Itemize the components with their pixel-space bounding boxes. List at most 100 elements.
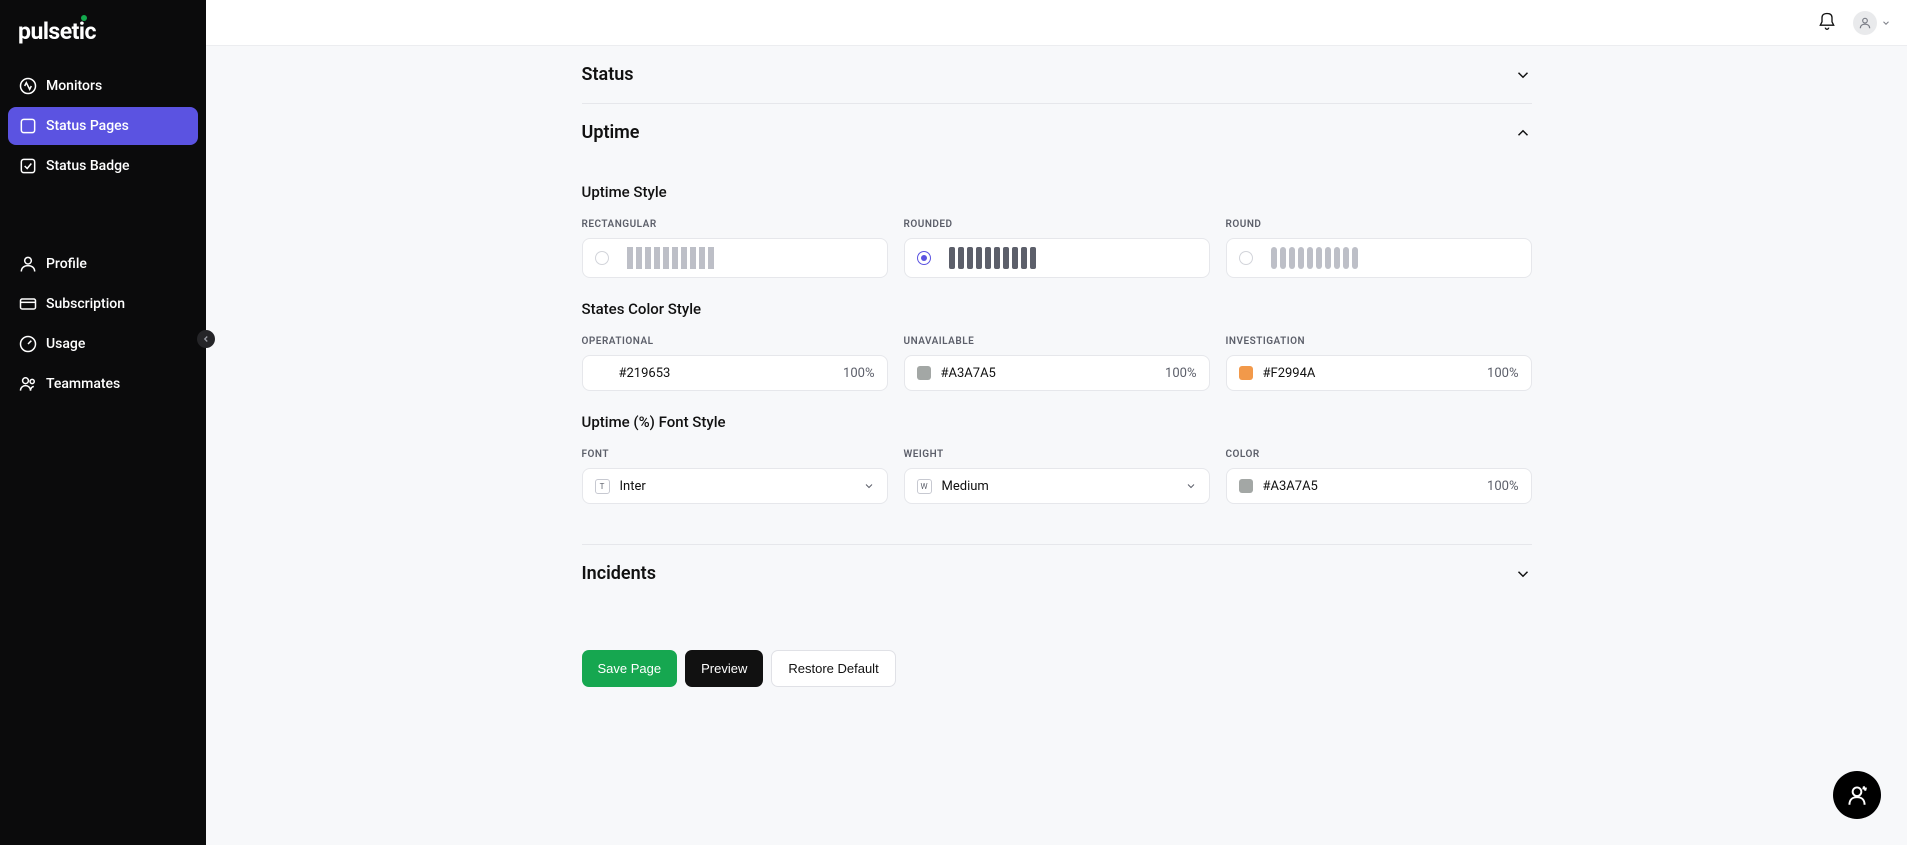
chevron-left-icon — [201, 334, 211, 344]
sidebar-item-label: Subscription — [46, 296, 125, 312]
style-card-round[interactable] — [1226, 238, 1532, 278]
color-hex: #A3A7A5 — [941, 366, 1166, 381]
field-label: INVESTIGATION — [1226, 336, 1532, 347]
section-status-header[interactable]: Status — [582, 46, 1532, 103]
bars-preview-round-icon — [1271, 247, 1358, 269]
field-label: COLOR — [1226, 449, 1532, 460]
field-label: FONT — [582, 449, 888, 460]
topbar — [206, 0, 1907, 46]
option-rounded: ROUNDED — [904, 219, 1210, 278]
color-input-investigation[interactable]: #F2994A 100% — [1226, 355, 1532, 391]
bars-preview-rounded-icon — [949, 247, 1036, 269]
color-opacity: 100% — [1165, 366, 1196, 381]
sidebar-item-status-pages[interactable]: Status Pages — [8, 107, 198, 145]
user-icon — [18, 254, 46, 274]
logo-text: pulsetic — [18, 18, 96, 45]
uptime-style-row: RECTANGULAR ROUNDED ROUND — [582, 219, 1532, 278]
gauge-icon — [18, 334, 46, 354]
sidebar-item-monitors[interactable]: Monitors — [8, 67, 198, 105]
field-font: FONT T Inter — [582, 449, 888, 504]
field-operational: OPERATIONAL #219653 100% — [582, 336, 888, 391]
bell-icon — [1817, 11, 1837, 31]
logo[interactable]: pulsetic — [0, 0, 206, 55]
swatch-icon — [1239, 479, 1253, 493]
sidebar-item-label: Usage — [46, 336, 85, 352]
field-weight: WEIGHT W Medium — [904, 449, 1210, 504]
option-round: ROUND — [1226, 219, 1532, 278]
radio-selected-icon — [917, 251, 931, 265]
chevron-up-icon — [1514, 124, 1532, 142]
sidebar-item-status-badge[interactable]: Status Badge — [8, 147, 198, 185]
nav-secondary: Profile Subscription Usage Teammates — [8, 245, 198, 403]
style-card-rectangular[interactable] — [582, 238, 888, 278]
chevron-down-icon — [1514, 66, 1532, 84]
sidebar-item-label: Status Badge — [46, 158, 130, 174]
help-fab[interactable] — [1833, 771, 1881, 819]
notifications-button[interactable] — [1817, 11, 1837, 35]
sidebar-item-profile[interactable]: Profile — [8, 245, 198, 283]
sidebar: pulsetic Monitors Status Pages — [0, 0, 206, 845]
save-button[interactable]: Save Page — [582, 650, 678, 687]
sidebar-item-label: Profile — [46, 256, 87, 272]
account-menu[interactable] — [1853, 11, 1891, 35]
color-opacity: 100% — [1487, 366, 1518, 381]
sidebar-item-teammates[interactable]: Teammates — [8, 365, 198, 403]
sidebar-item-label: Teammates — [46, 376, 120, 392]
option-rectangular: RECTANGULAR — [582, 219, 888, 278]
sidebar-item-subscription[interactable]: Subscription — [8, 285, 198, 323]
style-card-rounded[interactable] — [904, 238, 1210, 278]
nav: Monitors Status Pages Status Badge P — [0, 55, 206, 403]
swatch-icon — [1239, 366, 1253, 380]
bars-preview-rectangular-icon — [627, 247, 714, 269]
field-label: UNAVAILABLE — [904, 336, 1210, 347]
weight-icon: W — [917, 479, 932, 494]
preview-button[interactable]: Preview — [685, 650, 763, 687]
action-row: Save Page Preview Restore Default — [582, 650, 1532, 687]
section-incidents-header[interactable]: Incidents — [582, 545, 1532, 602]
section-uptime-header[interactable]: Uptime — [582, 104, 1532, 161]
font-select[interactable]: T Inter — [582, 468, 888, 504]
subsection-font-style-title: Uptime (%) Font Style — [582, 413, 1532, 431]
field-label: WEIGHT — [904, 449, 1210, 460]
restore-default-button[interactable]: Restore Default — [771, 650, 895, 687]
field-unavailable: UNAVAILABLE #A3A7A5 100% — [904, 336, 1210, 391]
sidebar-item-label: Monitors — [46, 78, 102, 94]
main: Status Uptime Uptime Style RECTANGULAR — [206, 0, 1907, 845]
color-input-operational[interactable]: #219653 100% — [582, 355, 888, 391]
radio-icon — [595, 251, 609, 265]
field-color: COLOR #A3A7A5 100% — [1226, 449, 1532, 504]
swatch-icon — [595, 366, 609, 380]
team-icon — [18, 374, 46, 394]
color-hex: #A3A7A5 — [1263, 479, 1488, 494]
avatar — [1853, 11, 1877, 35]
field-label: RECTANGULAR — [582, 219, 888, 230]
content: Status Uptime Uptime Style RECTANGULAR — [582, 46, 1532, 707]
color-hex: #F2994A — [1263, 366, 1488, 381]
sidebar-item-usage[interactable]: Usage — [8, 325, 198, 363]
weight-select[interactable]: W Medium — [904, 468, 1210, 504]
select-value: Medium — [942, 479, 1185, 494]
field-label: ROUNDED — [904, 219, 1210, 230]
states-color-row: OPERATIONAL #219653 100% UNAVAILABLE #A3… — [582, 336, 1532, 391]
nav-primary: Monitors Status Pages Status Badge — [8, 67, 198, 185]
page-icon — [18, 116, 46, 136]
font-style-row: FONT T Inter WEIGHT W Medium COLOR — [582, 449, 1532, 504]
chevron-down-icon — [1881, 18, 1891, 28]
subsection-uptime-style-title: Uptime Style — [582, 183, 1532, 201]
select-value: Inter — [620, 479, 863, 494]
type-icon: T — [595, 479, 610, 494]
color-opacity: 100% — [843, 366, 874, 381]
field-label: ROUND — [1226, 219, 1532, 230]
sidebar-collapse-button[interactable] — [197, 330, 215, 348]
pulse-icon — [18, 76, 46, 96]
section-title: Incidents — [582, 563, 656, 584]
chevron-down-icon — [1185, 480, 1197, 492]
chevron-down-icon — [863, 480, 875, 492]
logo-dot-icon — [81, 15, 87, 21]
section-title: Uptime — [582, 122, 640, 143]
subsection-states-color-title: States Color Style — [582, 300, 1532, 318]
color-input-unavailable[interactable]: #A3A7A5 100% — [904, 355, 1210, 391]
color-input-font[interactable]: #A3A7A5 100% — [1226, 468, 1532, 504]
chevron-down-icon — [1514, 565, 1532, 583]
color-hex: #219653 — [619, 366, 844, 381]
